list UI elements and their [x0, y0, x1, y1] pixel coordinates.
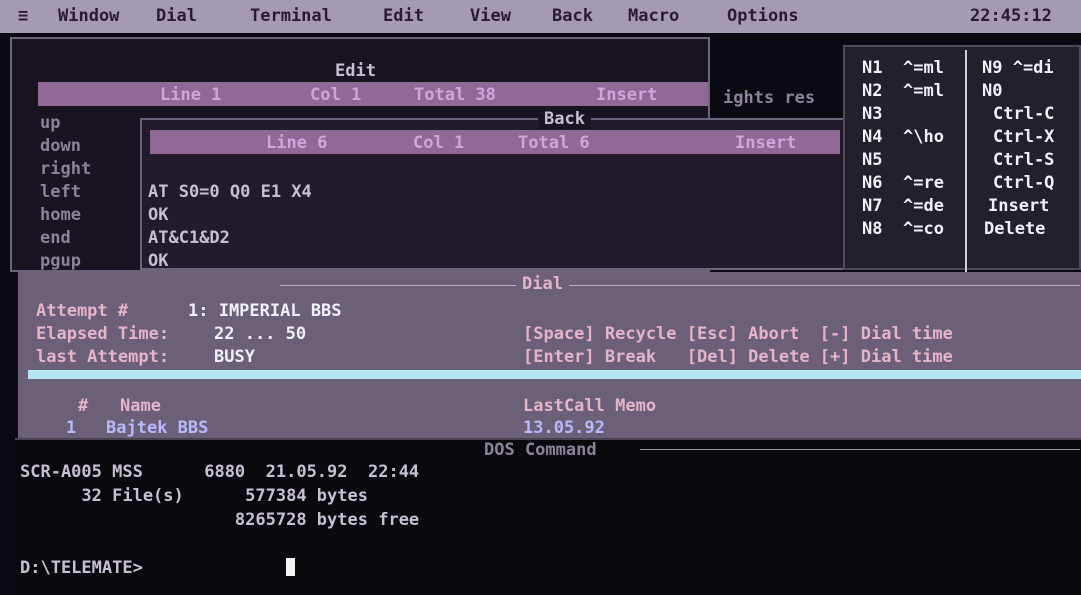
- edit-status-line: Line 1: [160, 85, 222, 105]
- dos-title-rule: [640, 449, 1080, 450]
- macro-n5-key[interactable]: N5: [862, 150, 882, 170]
- attempt-label: Attempt #: [36, 301, 129, 321]
- menu-view[interactable]: View: [470, 6, 511, 26]
- dial-table-header-num: #: [78, 396, 89, 416]
- macro-right-2[interactable]: N0: [982, 81, 1002, 101]
- last-attempt-label: last Attempt:: [36, 347, 170, 367]
- dial-row-num: 1: [66, 418, 77, 438]
- macro-n2-key[interactable]: N2: [862, 81, 882, 101]
- dial-table-header-name[interactable]: Name: [120, 396, 161, 416]
- macro-right-4[interactable]: Ctrl-X: [993, 127, 1054, 147]
- dial-progress-bar: [28, 370, 1081, 379]
- back-line-1: AT S0=0 Q0 E1 X4: [148, 182, 312, 202]
- back-line-3: AT&C1&D2: [148, 228, 230, 248]
- edit-status-mode: Insert: [596, 85, 658, 105]
- dial-table-header-lastcall[interactable]: LastCall Memo: [523, 396, 656, 416]
- dos-line-1: SCR-A005 MSS 6880 21.05.92 22:44: [20, 462, 420, 482]
- dial-row-name: Bajtek BBS: [106, 418, 209, 438]
- key-end: end: [40, 228, 71, 248]
- macro-n1-key[interactable]: N1: [862, 58, 882, 78]
- macro-n3-key[interactable]: N3: [862, 104, 882, 124]
- edit-window-title: Edit: [335, 61, 376, 81]
- macro-n8-key[interactable]: N8: [862, 219, 882, 239]
- dos-prompt[interactable]: D:\TELEMATE>: [20, 558, 143, 578]
- macro-n6-key[interactable]: N6: [862, 173, 882, 193]
- macro-n8-value: ^=co: [903, 219, 944, 239]
- macro-n7-value: ^=de: [903, 196, 944, 216]
- macro-divider: [965, 50, 967, 272]
- edit-status-col: Col 1: [310, 85, 362, 105]
- key-up: up: [40, 113, 61, 133]
- macro-right-5[interactable]: Ctrl-S: [993, 150, 1054, 170]
- dial-hints-row1: [Space] Recycle [Esc] Abort [-] Dial tim…: [523, 324, 953, 344]
- menu-options[interactable]: Options: [727, 6, 799, 26]
- back-status-mode: Insert: [735, 133, 797, 153]
- dos-window-title: DOS Command: [478, 440, 603, 460]
- dial-hints-row2: [Enter] Break [Del] Delete [+] Dial time: [523, 347, 953, 367]
- key-down: down: [40, 136, 81, 156]
- clock: 22:45:12: [970, 6, 1052, 26]
- dos-line-3: 8265728 bytes free: [20, 510, 420, 530]
- macro-right-1[interactable]: N9 ^=di: [982, 58, 1054, 78]
- macro-n6-value: ^=re: [903, 173, 944, 193]
- back-status-col: Col 1: [413, 133, 465, 153]
- back-line-2: OK: [148, 205, 169, 225]
- menu-macro[interactable]: Macro: [628, 6, 679, 26]
- elapsed-value: 22 ... 50: [214, 324, 307, 344]
- menu-terminal[interactable]: Terminal: [250, 6, 332, 26]
- dial-title-rule: [280, 285, 1080, 286]
- key-left: left: [40, 182, 81, 202]
- macro-n4-key[interactable]: N4: [862, 127, 882, 147]
- menu-edit[interactable]: Edit: [383, 6, 424, 26]
- system-menu-icon[interactable]: ≡: [18, 6, 28, 26]
- dial-window-title: Dial: [516, 274, 569, 294]
- edit-status-total: Total 38: [414, 85, 496, 105]
- text-cursor: [286, 558, 295, 576]
- key-home: home: [40, 205, 81, 225]
- dial-row-lastcall: 13.05.92: [523, 418, 605, 438]
- attempt-value: 1: IMPERIAL BBS: [188, 301, 342, 321]
- menu-back[interactable]: Back: [552, 6, 593, 26]
- back-line-4: OK: [148, 251, 169, 271]
- key-right: right: [40, 159, 92, 179]
- back-status-line: Line 6: [266, 133, 328, 153]
- menu-window[interactable]: Window: [58, 6, 119, 26]
- macro-n7-key[interactable]: N7: [862, 196, 882, 216]
- macro-n2-value: ^=ml: [903, 81, 944, 101]
- key-pgup: pgup: [40, 251, 81, 271]
- macro-n1-value: ^=ml: [903, 58, 944, 78]
- menu-bar: ≡ Window Dial Terminal Edit View Back Ma…: [0, 0, 1081, 33]
- back-window-title: Back: [538, 109, 591, 129]
- macro-n4-value: ^\ho: [903, 127, 944, 147]
- back-status-total: Total 6: [518, 133, 590, 153]
- edit-clipped-text: ights res: [723, 88, 816, 108]
- menu-dial[interactable]: Dial: [156, 6, 197, 26]
- last-attempt-value: BUSY: [214, 347, 255, 367]
- dos-line-2: 32 File(s) 577384 bytes: [20, 486, 368, 506]
- macro-right-7[interactable]: Insert: [988, 196, 1049, 216]
- elapsed-label: Elapsed Time:: [36, 324, 170, 344]
- macro-right-3[interactable]: Ctrl-C: [993, 104, 1054, 124]
- macro-right-8[interactable]: Delete: [984, 219, 1045, 239]
- macro-right-6[interactable]: Ctrl-Q: [993, 173, 1054, 193]
